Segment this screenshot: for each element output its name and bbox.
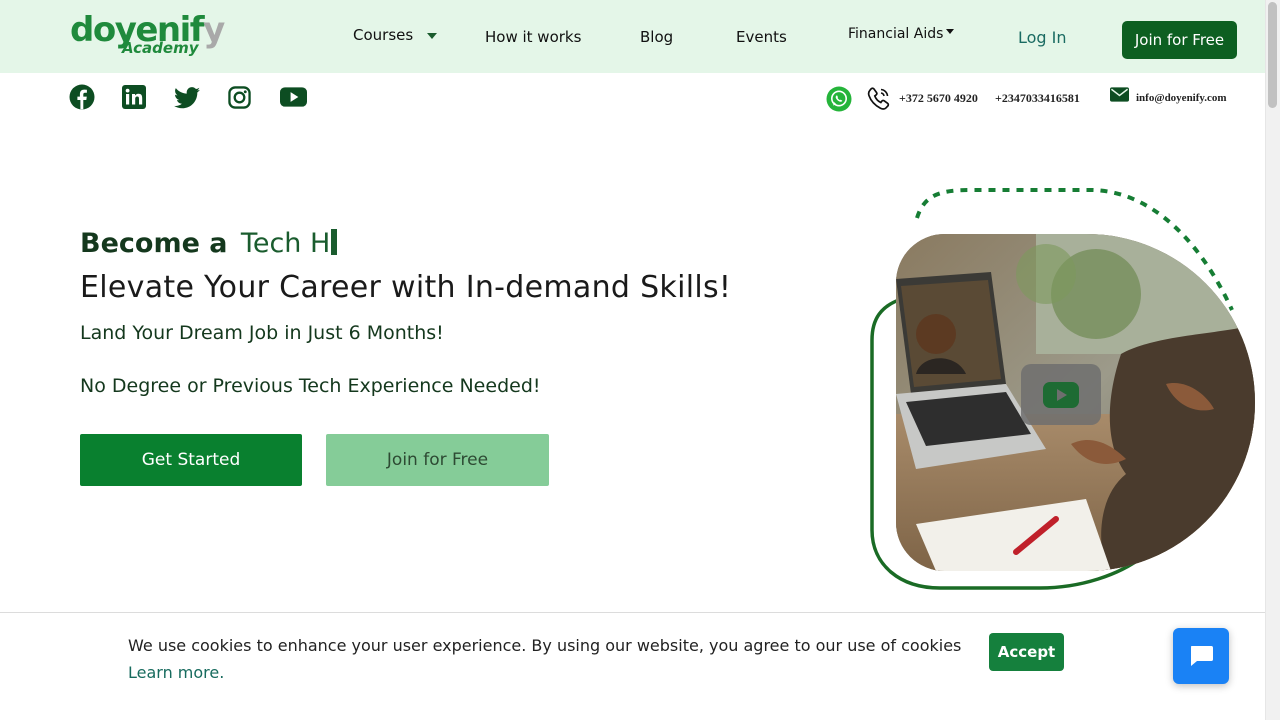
hero-typed-text: Tech H bbox=[240, 228, 331, 259]
doyenify-logo[interactable]: doyenify Academy bbox=[70, 10, 225, 62]
join-for-free-nav-button[interactable]: Join for Free bbox=[1122, 21, 1237, 59]
chat-widget-button[interactable] bbox=[1173, 628, 1229, 684]
twitter-icon[interactable] bbox=[174, 87, 200, 109]
nav-events[interactable]: Events bbox=[736, 28, 787, 46]
nav-how-it-works[interactable]: How it works bbox=[485, 28, 581, 46]
chat-bubble-icon bbox=[1191, 646, 1213, 666]
cookie-message: We use cookies to enhance your user expe… bbox=[128, 632, 968, 686]
hero-subtitle-2: No Degree or Previous Tech Experience Ne… bbox=[80, 375, 541, 397]
scrollbar-thumb[interactable] bbox=[1268, 2, 1277, 108]
nav-financial-aids-dropdown[interactable]: Financial Aids bbox=[848, 26, 955, 42]
login-link[interactable]: Log In bbox=[1018, 28, 1067, 47]
youtube-icon[interactable] bbox=[280, 87, 307, 107]
chevron-down-icon bbox=[427, 32, 438, 39]
video-play-button[interactable] bbox=[1021, 364, 1101, 425]
nav-courses-label: Courses bbox=[353, 26, 414, 44]
nav-blog[interactable]: Blog bbox=[640, 28, 673, 46]
cookie-message-text: We use cookies to enhance your user expe… bbox=[128, 636, 962, 655]
phone-call-icon[interactable] bbox=[867, 86, 891, 112]
hero-tagline: Become a Tech H bbox=[80, 228, 338, 259]
cookie-learn-more-link[interactable]: Learn more. bbox=[128, 663, 224, 682]
youtube-play-icon bbox=[1043, 381, 1079, 408]
page-scrollbar[interactable] bbox=[1265, 0, 1280, 720]
nav-financial-aids-label: Financial Aids bbox=[848, 26, 944, 42]
logo-subtitle: Academy bbox=[122, 39, 199, 57]
caret-down-icon bbox=[946, 28, 955, 34]
hero-tagline-prefix: Become a bbox=[80, 228, 228, 259]
hero-media bbox=[860, 180, 1260, 600]
whatsapp-icon[interactable] bbox=[826, 86, 852, 112]
instagram-icon[interactable] bbox=[228, 86, 251, 109]
get-started-button[interactable]: Get Started bbox=[80, 434, 302, 486]
facebook-icon[interactable] bbox=[69, 84, 95, 110]
nav-courses-dropdown[interactable]: Courses bbox=[353, 26, 438, 44]
hero-subtitle-1: Land Your Dream Job in Just 6 Months! bbox=[80, 322, 444, 344]
phone-number-1[interactable]: +372 5670 4920 bbox=[899, 91, 978, 106]
intro-video-thumbnail[interactable] bbox=[896, 234, 1255, 571]
typing-cursor bbox=[331, 229, 338, 255]
linkedin-icon[interactable] bbox=[122, 85, 146, 109]
envelope-icon bbox=[1110, 87, 1129, 102]
cookie-accept-button[interactable]: Accept bbox=[989, 633, 1064, 671]
phone-number-2[interactable]: +2347033416581 bbox=[995, 91, 1080, 106]
email-link[interactable]: info@doyenify.com bbox=[1136, 92, 1227, 104]
top-navbar: doyenify Academy Courses How it works Bl… bbox=[0, 0, 1265, 73]
join-for-free-hero-button[interactable]: Join for Free bbox=[326, 434, 549, 486]
hero-title: Elevate Your Career with In-demand Skill… bbox=[80, 270, 732, 305]
